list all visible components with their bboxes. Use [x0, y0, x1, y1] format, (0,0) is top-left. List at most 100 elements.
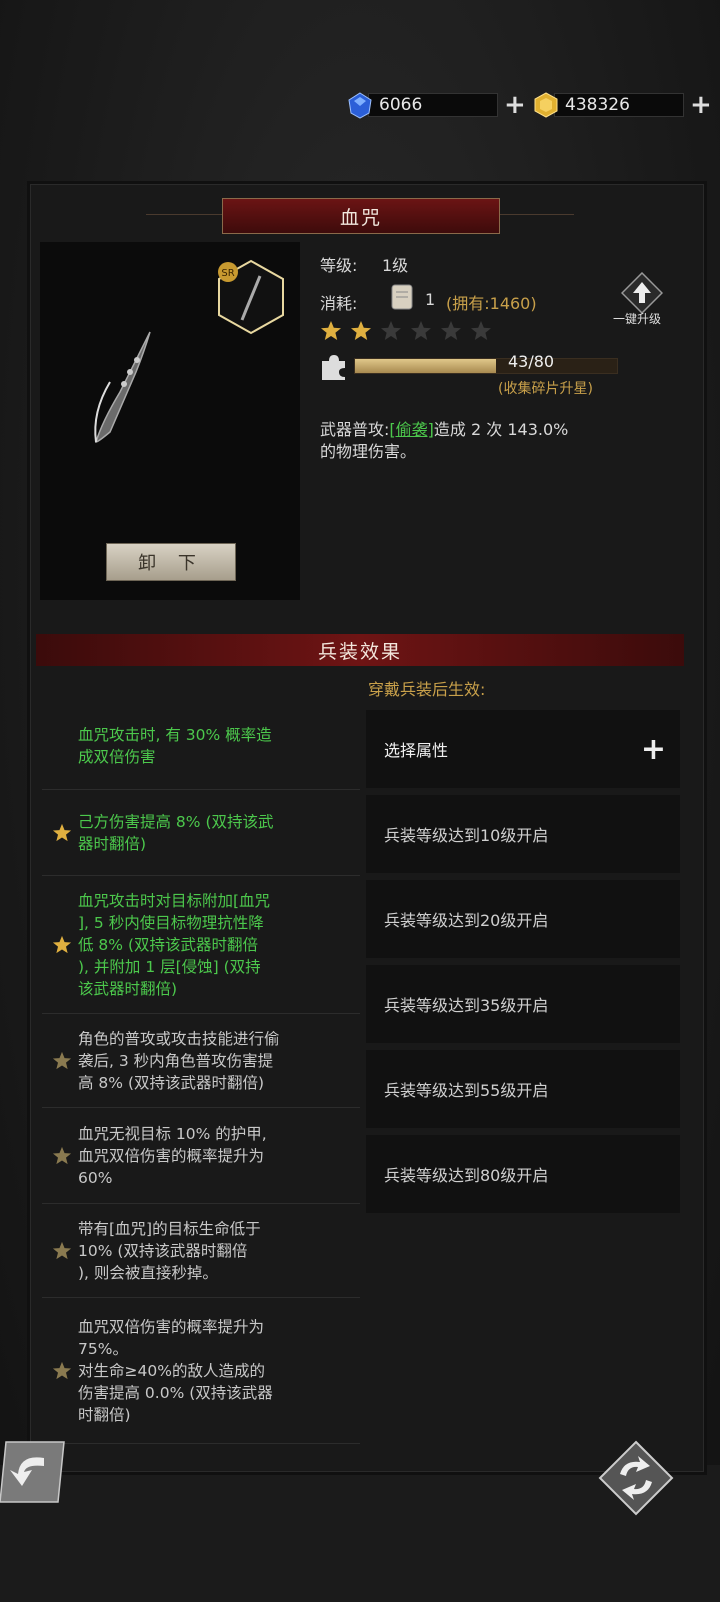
attack-line2: 的物理伤害。	[320, 442, 417, 461]
effect-line: 角色的普攻或攻击技能进行偷	[78, 1030, 280, 1048]
effect-line: 血咒攻击时, 有 30% 概率造	[78, 726, 272, 744]
effect-text: 血咒攻击时对目标附加[血咒 ], 5 秒内使目标物理抗性降低 8% (双持该武器时…	[78, 890, 352, 1000]
star-empty-icon	[440, 320, 462, 342]
star-inactive-icon	[52, 1241, 72, 1261]
title-ornament-right	[498, 214, 574, 215]
star-empty-icon	[410, 320, 432, 342]
effect-line: 伤害提高 0.0% (双持该武器	[78, 1384, 273, 1402]
effect-line: 60%	[78, 1169, 113, 1187]
effect-line: 血咒双倍伤害的概率提升为	[78, 1318, 265, 1336]
shard-progress-bar	[354, 358, 618, 374]
effect-line: 成双倍伤害	[78, 748, 156, 766]
effect-line: ], 5 秒内使目标物理抗性降	[78, 914, 264, 932]
effects-title: 兵装效果	[317, 640, 402, 663]
star-empty-icon	[380, 320, 402, 342]
effect-line: 带有[血咒]的目标生命低于	[78, 1220, 261, 1238]
attack-skill-link[interactable]: [偷袭]	[389, 420, 434, 439]
effect-line: 低 8% (双持该武器时翻倍	[78, 936, 258, 954]
weapon-thumbnail: SR	[218, 259, 284, 335]
weapon-title: 血咒	[222, 198, 500, 234]
star-inactive-icon	[52, 1051, 72, 1071]
effect-line: 血咒攻击时对目标附加[血咒	[78, 892, 271, 910]
effect-text: 血咒双倍伤害的概率提升为 75%。对生命≥40%的敌人造成的 伤害提高 0.0% (…	[78, 1316, 352, 1426]
locked-slot: 兵装等级达到35级开启	[366, 965, 680, 1043]
gem-currency: 6066 +	[346, 92, 526, 119]
effect-line: ), 并附加 1 层[侵蚀] (双持	[78, 958, 261, 976]
effect-line: 75%。	[78, 1340, 128, 1358]
switch-button[interactable]	[598, 1440, 674, 1516]
back-button[interactable]	[0, 1440, 66, 1504]
effects-header: 兵装效果	[36, 634, 684, 666]
gold-coin-icon	[534, 92, 558, 118]
locked-slot: 兵装等级达到55级开启	[366, 1050, 680, 1128]
effect-text: 角色的普攻或攻击技能进行偷 袭后, 3 秒内角色普攻伤害提高 8% (双持该武器时…	[78, 1028, 352, 1094]
effect-line: 对生命≥40%的敌人造成的	[78, 1362, 265, 1380]
slot-label: 兵装等级达到80级开启	[384, 1166, 549, 1185]
locked-slot: 兵装等级达到80级开启	[366, 1135, 680, 1213]
attack-suffix: 造成 2 次 143.0%	[433, 420, 569, 439]
star-empty-icon	[470, 320, 492, 342]
locked-slot: 兵装等级达到10级开启	[366, 795, 680, 873]
effect-item: 血咒攻击时, 有 30% 概率造 成双倍伤害	[42, 702, 360, 790]
level-label: 等级:	[320, 256, 358, 275]
add-gold-button[interactable]: +	[690, 92, 712, 118]
weapon-name: 血咒	[339, 206, 382, 229]
level-value: 1级	[382, 256, 409, 275]
effect-line: 己方伤害提高 8% (双持该武	[78, 813, 274, 831]
effect-line: 该武器时翻倍)	[78, 980, 178, 998]
effect-item: 血咒无视目标 10% 的护甲, 血咒双倍伤害的概率提升为 60%	[42, 1108, 360, 1204]
attack-description: 武器普攻:[偷袭]造成 2 次 143.0%	[320, 416, 568, 440]
add-attribute-icon[interactable]: +	[641, 732, 666, 767]
slot-label: 选择属性	[384, 741, 449, 760]
title-ornament-left	[146, 214, 222, 215]
rarity-badge: SR	[221, 268, 234, 279]
shard-hint: (收集碎片升星)	[498, 381, 593, 397]
star-active-icon	[52, 935, 72, 955]
scroll-icon	[391, 284, 413, 310]
cost-label: 消耗:	[320, 294, 358, 313]
cost-value: 1	[425, 290, 436, 309]
effect-item: 角色的普攻或攻击技能进行偷 袭后, 3 秒内角色普攻伤害提高 8% (双持该武器时…	[42, 1014, 360, 1108]
gold-count: 438326	[554, 93, 684, 117]
star-active-icon	[52, 823, 72, 843]
slot-label: 兵装等级达到35级开启	[384, 996, 549, 1015]
slot-label: 兵装等级达到10级开启	[384, 826, 549, 845]
effect-line: 血咒无视目标 10% 的护甲,	[78, 1125, 267, 1143]
effect-item: 己方伤害提高 8% (双持该武 器时翻倍)	[42, 790, 360, 876]
star-inactive-icon	[52, 1361, 72, 1381]
effect-line: 血咒双倍伤害的概率提升为	[78, 1147, 265, 1165]
slot-label: 兵装等级达到20级开启	[384, 911, 549, 930]
gem-count: 6066	[368, 93, 498, 117]
upgrade-label[interactable]: 一键升级	[613, 310, 661, 327]
effect-item: 血咒双倍伤害的概率提升为 75%。对生命≥40%的敌人造成的 伤害提高 0.0% (…	[42, 1298, 360, 1444]
shard-progress-fill	[355, 359, 496, 373]
effect-item: 血咒攻击时对目标附加[血咒 ], 5 秒内使目标物理抗性降低 8% (双持该武器时…	[42, 876, 360, 1014]
effect-text: 带有[血咒]的目标生命低于 10% (双持该武器时翻倍 ), 则会被直接秒掉。	[78, 1218, 352, 1284]
effect-item: 带有[血咒]的目标生命低于 10% (双持该武器时翻倍 ), 则会被直接秒掉。	[42, 1204, 360, 1298]
effect-line: 10% (双持该武器时翻倍	[78, 1242, 248, 1260]
shard-progress-text: 43/80	[508, 352, 555, 371]
effect-text: 己方伤害提高 8% (双持该武 器时翻倍)	[78, 811, 352, 855]
upgrade-icon[interactable]	[621, 272, 663, 314]
effect-text: 血咒攻击时, 有 30% 概率造 成双倍伤害	[78, 724, 352, 768]
effect-line: 器时翻倍)	[78, 835, 147, 853]
effect-text: 血咒无视目标 10% 的护甲, 血咒双倍伤害的概率提升为 60%	[78, 1123, 352, 1189]
effect-divider	[42, 1443, 360, 1444]
star-inactive-icon	[52, 1146, 72, 1166]
blue-gem-icon	[348, 92, 372, 119]
slot-label: 兵装等级达到55级开启	[384, 1081, 549, 1100]
puzzle-icon	[322, 355, 345, 380]
effect-line: 高 8% (双持该武器时翻倍)	[78, 1074, 265, 1092]
gold-currency: 438326 +	[532, 92, 712, 118]
effect-line: 袭后, 3 秒内角色普攻伤害提	[78, 1052, 274, 1070]
effects-note: 穿戴兵装后生效:	[368, 680, 486, 699]
add-gems-button[interactable]: +	[504, 92, 526, 118]
star-filled-icon	[320, 320, 342, 342]
locked-slot: 兵装等级达到20级开启	[366, 880, 680, 958]
effect-line: 时翻倍)	[78, 1406, 131, 1424]
owned-count: (拥有:1460)	[446, 294, 537, 313]
star-filled-icon	[350, 320, 372, 342]
effect-line: ), 则会被直接秒掉。	[78, 1264, 218, 1282]
unequip-button[interactable]: 卸 下	[106, 543, 236, 581]
select-attribute-slot[interactable]: 选择属性 +	[366, 710, 680, 788]
